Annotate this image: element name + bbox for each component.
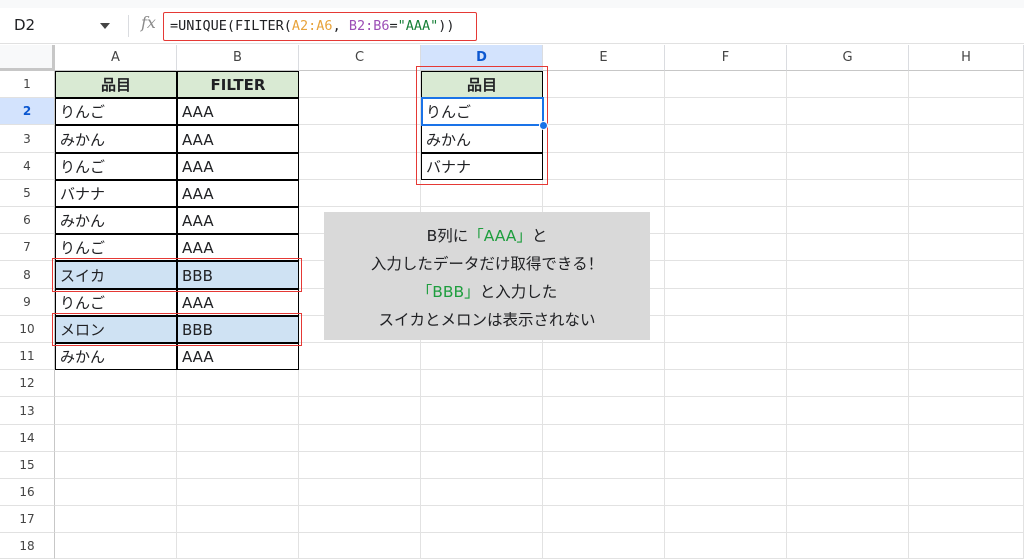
table-cell-item[interactable]: みかん: [55, 207, 177, 234]
formula-bar: D2 fx =UNIQUE(FILTER(A2:A6, B2:B6="AAA")…: [0, 8, 1024, 44]
annotation-highlight-box: [52, 313, 302, 346]
row-header-3[interactable]: 3: [0, 125, 55, 153]
active-cell-selection[interactable]: [421, 97, 544, 126]
table-cell-filter[interactable]: AAA: [177, 234, 299, 261]
table-cell-item[interactable]: りんご: [55, 153, 177, 180]
toolbar-strip: [0, 0, 1024, 8]
table-cell-item[interactable]: みかん: [55, 343, 177, 370]
formula-prefix: =UNIQUE(FILTER(: [170, 18, 292, 34]
row-header-12[interactable]: 12: [0, 370, 55, 397]
formula-input[interactable]: =UNIQUE(FILTER(A2:A6, B2:B6="AAA")): [170, 18, 455, 34]
formula-separator: ,: [332, 18, 349, 34]
row-header-16[interactable]: 16: [0, 479, 55, 506]
row-header-8[interactable]: 8: [0, 261, 55, 289]
table-cell-filter[interactable]: AAA: [177, 125, 299, 153]
row-header-1[interactable]: 1: [0, 71, 55, 98]
row-header-10[interactable]: 10: [0, 316, 55, 343]
formula-divider: [128, 15, 129, 37]
fx-icon: fx: [141, 13, 156, 32]
formula-criterion: "AAA": [397, 18, 439, 34]
column-gridline: [664, 71, 665, 559]
row-gridline: [55, 532, 1024, 533]
note-highlight: 「AAA」: [468, 227, 532, 245]
chevron-down-icon[interactable]: [100, 23, 110, 29]
row-header-15[interactable]: 15: [0, 452, 55, 479]
row-header-2[interactable]: 2: [0, 98, 55, 125]
row-gridline: [55, 451, 1024, 452]
note-line-4: スイカとメロンは表示されない: [378, 311, 596, 329]
row-header-11[interactable]: 11: [0, 343, 55, 370]
row-header-4[interactable]: 4: [0, 153, 55, 180]
table-cell-item[interactable]: りんご: [55, 234, 177, 261]
column-header-a[interactable]: A: [55, 45, 177, 71]
table-cell-filter[interactable]: AAA: [177, 207, 299, 234]
name-box-value: D2: [14, 16, 36, 34]
fill-handle[interactable]: [539, 121, 548, 130]
row-header-5[interactable]: 5: [0, 180, 55, 207]
table-cell-item[interactable]: りんご: [55, 98, 177, 125]
note-text: と: [531, 227, 548, 245]
table-cell-item[interactable]: みかん: [55, 125, 177, 153]
table-cell-filter[interactable]: AAA: [177, 289, 299, 316]
table-cell-filter[interactable]: AAA: [177, 153, 299, 180]
table-header-cell[interactable]: FILTER: [177, 71, 299, 98]
note-highlight: 「BBB」: [416, 283, 480, 301]
name-box[interactable]: D2: [0, 8, 124, 44]
note-text: と入力した: [479, 283, 558, 301]
column-gridline: [786, 71, 787, 559]
table-cell-filter[interactable]: AAA: [177, 343, 299, 370]
table-cell-filter[interactable]: AAA: [177, 98, 299, 125]
note-line-3: 「BBB」と入力した: [324, 280, 650, 302]
formula-range-b: B2:B6: [348, 18, 390, 34]
row-header-13[interactable]: 13: [0, 397, 55, 425]
table-cell-item[interactable]: バナナ: [55, 180, 177, 207]
column-header-g[interactable]: G: [787, 45, 909, 71]
row-gridline: [55, 478, 1024, 479]
column-gridline: [908, 71, 909, 559]
row-header-18[interactable]: 18: [0, 533, 55, 559]
note-line-2: 入力したデータだけ取得できる！: [370, 255, 604, 273]
table-cell-item[interactable]: りんご: [55, 289, 177, 316]
row-gridline: [55, 505, 1024, 506]
formula-equals: =: [389, 18, 398, 34]
row-header-17[interactable]: 17: [0, 506, 55, 533]
formula-range-a: A2:A6: [291, 18, 333, 34]
table-cell-filter[interactable]: AAA: [177, 180, 299, 207]
annotation-highlight-box: [52, 258, 302, 292]
row-header-6[interactable]: 6: [0, 207, 55, 234]
select-all-corner[interactable]: [0, 45, 55, 71]
annotation-note: B列に「AAA」と 入力したデータだけ取得できる！ 「BBB」と入力した スイカ…: [324, 212, 650, 340]
column-header-e[interactable]: E: [543, 45, 665, 71]
note-text: B列に: [426, 227, 469, 245]
column-header-h[interactable]: H: [909, 45, 1024, 71]
row-gridline: [55, 424, 1024, 425]
row-header-9[interactable]: 9: [0, 289, 55, 316]
row-header-7[interactable]: 7: [0, 234, 55, 261]
column-header-f[interactable]: F: [665, 45, 787, 71]
row-header-14[interactable]: 14: [0, 425, 55, 452]
note-line-1: B列に「AAA」と: [324, 224, 650, 246]
column-header-b[interactable]: B: [177, 45, 299, 71]
row-gridline: [55, 396, 1024, 397]
formula-suffix: )): [438, 18, 455, 34]
column-header-c[interactable]: C: [299, 45, 421, 71]
table-header-cell[interactable]: 品目: [55, 71, 177, 98]
